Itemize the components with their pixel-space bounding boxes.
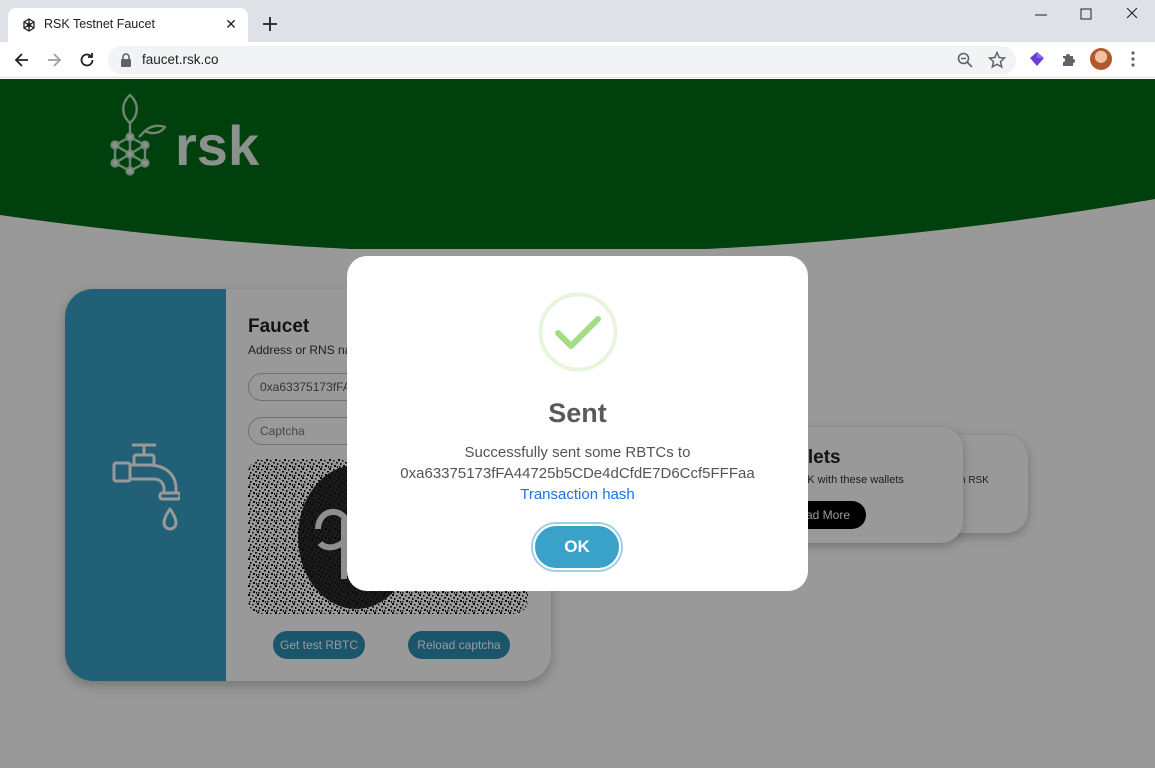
recipient-address: 0xa63375173fFA44725b5CDe4dCfdE7D6Ccf5FFF… xyxy=(400,465,755,482)
success-dialog: Sent Successfully sent some RBTCs to 0xa… xyxy=(347,256,808,591)
new-tab-icon[interactable] xyxy=(260,14,280,34)
tab-strip: RSK Testnet Faucet ✕ xyxy=(0,0,1155,42)
dialog-message: Successfully sent some RBTCs to xyxy=(464,444,691,461)
profile-avatar[interactable] xyxy=(1090,48,1112,70)
maximize-icon[interactable] xyxy=(1071,4,1101,26)
bookmark-star-icon[interactable] xyxy=(988,51,1006,69)
success-check-icon xyxy=(538,292,618,372)
browser-tab[interactable]: RSK Testnet Faucet ✕ xyxy=(8,8,248,42)
extensions-puzzle-icon[interactable] xyxy=(1060,50,1078,68)
extension-gem-icon[interactable] xyxy=(1028,50,1046,68)
back-arrow-icon[interactable] xyxy=(12,50,32,70)
tab-close-icon[interactable]: ✕ xyxy=(222,15,240,33)
url-text[interactable]: faucet.rsk.co xyxy=(142,52,219,67)
zoom-icon[interactable] xyxy=(956,51,974,69)
lock-icon[interactable] xyxy=(120,53,132,67)
reload-icon[interactable] xyxy=(77,50,97,70)
minimize-icon[interactable] xyxy=(1026,4,1056,26)
browser-toolbar: faucet.rsk.co xyxy=(0,42,1155,78)
ok-button[interactable]: OK xyxy=(533,524,621,570)
kebab-menu-icon[interactable] xyxy=(1124,50,1142,68)
transaction-hash-link[interactable]: Transaction hash xyxy=(347,486,808,503)
rsk-favicon-icon xyxy=(23,18,35,32)
window-close-icon[interactable] xyxy=(1117,4,1147,26)
dialog-title: Sent xyxy=(548,398,607,428)
forward-arrow-icon[interactable] xyxy=(44,50,64,70)
address-bar[interactable]: faucet.rsk.co xyxy=(108,46,1016,74)
tab-title: RSK Testnet Faucet xyxy=(44,17,155,31)
